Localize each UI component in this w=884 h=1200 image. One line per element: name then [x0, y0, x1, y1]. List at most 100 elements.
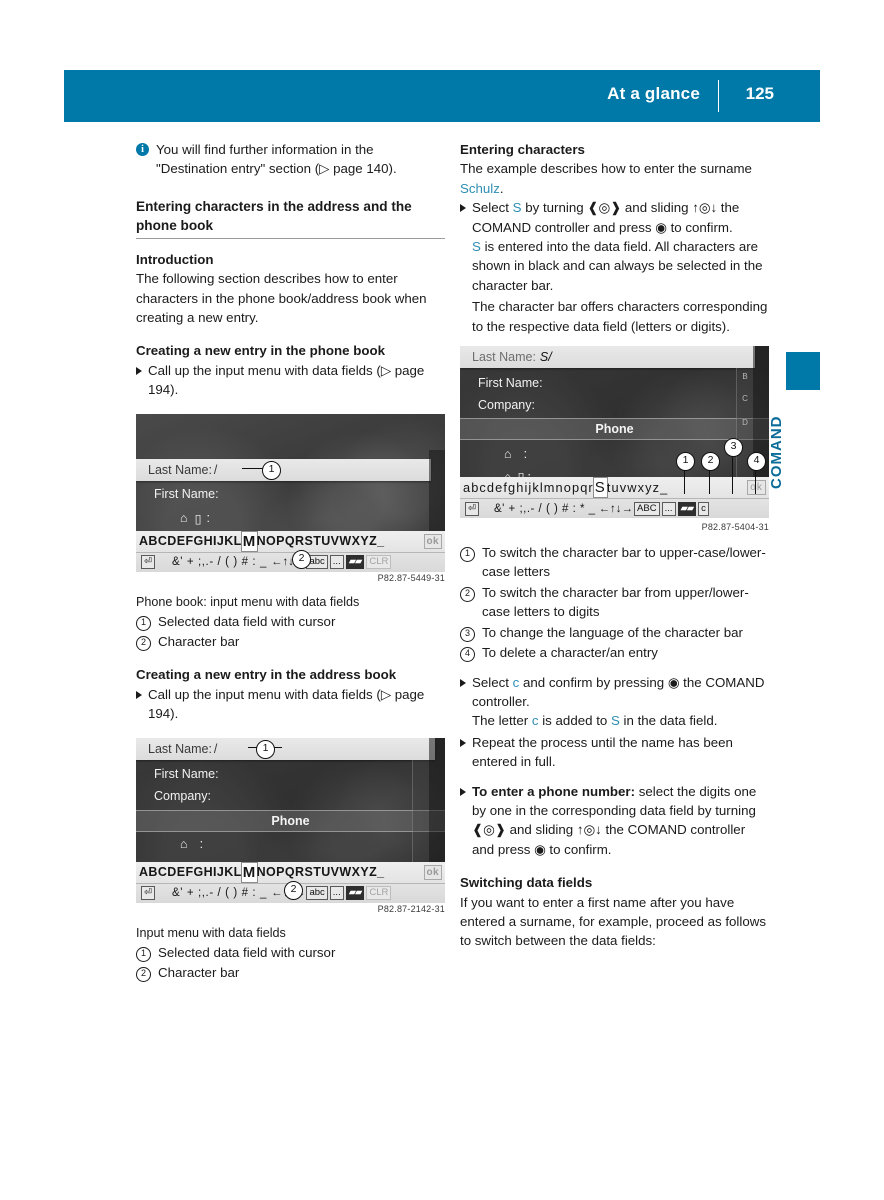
field-company[interactable]: Company: [136, 786, 445, 807]
charbar-selected-letter[interactable]: S [593, 478, 607, 498]
charbar-selected-letter[interactable]: M [241, 531, 257, 551]
character-bar-symbols[interactable]: ⏎ &' + ;,.- / ( ) # : * _ ←↑↓→ ABC ... ▰… [460, 499, 769, 518]
para-s-rest: is entered into the data field. All char… [472, 239, 763, 293]
entering-characters-text: The example describes how to enter the s… [460, 159, 769, 198]
character-bar[interactable]: ABCDEFGHIJKL M NOPQRSTUVWXYZ_ ok ⏎ &' + … [136, 530, 445, 572]
field-phone-1-label: : [523, 446, 528, 461]
result-mid: is added to [538, 713, 611, 729]
field-first-name[interactable]: First Name: [460, 372, 769, 393]
switching-data-fields-text: If you want to enter a first name after … [460, 894, 766, 949]
field-last-name-selected[interactable]: Last Name: S/ [460, 346, 755, 369]
surname-example: Schulz [460, 180, 500, 196]
scroll-letter-c: C [742, 394, 748, 404]
abc-key[interactable]: ABC [634, 501, 660, 516]
more-key[interactable]: ... [329, 886, 344, 901]
field-phone-1[interactable]: ⌂ : [460, 443, 769, 464]
step-triangle-icon [460, 738, 466, 747]
language-flag-icon[interactable]: ▰▰ [345, 555, 365, 570]
result-letter-c: c [531, 713, 539, 729]
more-key[interactable]: ... [329, 555, 344, 570]
home-icon: ⌂ [180, 837, 188, 852]
info-note-text: You will find further information in the… [156, 142, 397, 177]
symbol-row: &' + ;,.- / ( ) # : * _ [493, 502, 596, 515]
figure1-legend-2: 2 Character bar [136, 632, 445, 652]
callout-1: 1 [262, 460, 281, 480]
field-first-name-label: First Name: [478, 375, 543, 390]
legend-text: Character bar [158, 634, 240, 650]
clr-key[interactable]: CLR [366, 886, 392, 901]
field-last-name-label: Last Name: [472, 350, 536, 365]
ok-button[interactable]: ok [423, 864, 442, 880]
section-rule [136, 237, 445, 239]
figure-address-book-screen: Last Name: / First Name: Company: Phone … [136, 737, 445, 903]
step-triangle-icon [460, 678, 466, 687]
para-s-entered: S is entered into the data field. All ch… [460, 237, 769, 295]
address-book-heading: Creating a new entry in the address book [136, 667, 397, 683]
cursor-arrows-icon[interactable]: ←↑↓→ [596, 503, 634, 515]
figure3-legend-1: 1 To switch the character bar to upper-c… [460, 543, 769, 582]
character-bar[interactable]: abcdefghijklmnopqr S tuvwxyz_ ok ⏎ &' + … [460, 477, 769, 519]
character-bar-letters[interactable]: abcdefghijklmnopqr S tuvwxyz_ ok [460, 477, 769, 500]
press-controller-icon: ◉ [534, 841, 546, 857]
result-pre: The letter [472, 713, 532, 729]
field-first-name[interactable]: First Name: [136, 764, 445, 785]
field-last-name-selected[interactable]: Last Name: / [136, 458, 431, 481]
character-bar-letters[interactable]: ABCDEFGHIJKL M NOPQRSTUVWXYZ_ ok [136, 531, 445, 553]
phone-band-label: Phone [136, 809, 445, 832]
back-key[interactable]: ⏎ [141, 886, 155, 901]
charbar-letters-tail: NOPQRSTUVWXYZ_ [256, 534, 385, 549]
charbar-selected-letter[interactable]: M [241, 862, 257, 882]
left-column: i You will find further information in t… [136, 140, 445, 983]
field-last-name-selected[interactable]: Last Name: / [136, 737, 435, 760]
step-select-c: Select c and confirm by pressing ◉ the C… [460, 673, 769, 712]
abc-key[interactable]: abc [306, 886, 328, 901]
screen-scrollbar[interactable] [429, 737, 445, 862]
step-a: Select [472, 200, 513, 216]
character-bar-symbols[interactable]: ⏎ &' + ;,.- / ( ) # : _ ←↑↓→ abc ... ▰▰ … [136, 553, 445, 572]
field-company[interactable]: Company: [460, 394, 769, 415]
figure1-legend-1: 1 Selected data field with cursor [136, 612, 445, 631]
entering-text-post: . [499, 180, 504, 196]
figure1-image-id: P82.87-5449-31 [377, 572, 445, 583]
field-phone-1-label: : [199, 837, 204, 852]
manual-page: At a glance 125 COMAND i You will find f… [0, 0, 884, 1200]
phone-band-text: Phone [595, 422, 634, 437]
field-first-name[interactable]: First Name: [136, 484, 445, 505]
back-key[interactable]: ⏎ [141, 555, 155, 570]
step-b: by turning [521, 200, 588, 216]
legend-text: To delete a character/an entry [482, 645, 658, 661]
screen-scroll-index[interactable] [412, 759, 429, 862]
language-flag-icon[interactable]: ▰▰ [677, 501, 697, 516]
figure2-caption: Input menu with data fields [136, 925, 286, 940]
legend-number: 1 [460, 547, 475, 563]
header-divider [718, 80, 719, 112]
language-flag-icon[interactable]: ▰▰ [345, 886, 365, 901]
legend-number: 2 [136, 967, 151, 983]
symbol-row: &' + ;,.- / ( ) # : _ [171, 887, 267, 900]
clr-key[interactable]: CLR [366, 555, 392, 570]
clear-key[interactable]: c [698, 501, 709, 516]
ok-button[interactable]: ok [747, 480, 766, 496]
chapter-tab-label: COMAND [768, 415, 785, 489]
step-c-result: The letter c is added to S in the data f… [460, 711, 769, 730]
field-phone-1[interactable]: ⌂ : [136, 834, 445, 855]
ok-button[interactable]: ok [423, 533, 442, 549]
step-d: to confirm. [545, 841, 612, 857]
step-select-s-text: Select S by turning ❰◎❱ and sliding ↑◎↓ … [472, 198, 769, 237]
entering-text-pre: The example describes how to enter the s… [460, 161, 752, 177]
phone-band-text: Phone [271, 813, 310, 828]
info-note: i You will find further information in t… [136, 140, 445, 179]
leader-line-1 [684, 468, 686, 495]
step-phone-number-text: To enter a phone number: select the digi… [472, 782, 769, 860]
legend-text: Selected data field with cursor [158, 944, 336, 960]
more-key[interactable]: ... [661, 501, 676, 516]
legend-number: 2 [460, 586, 475, 602]
charbar-letters-head: ABCDEFGHIJKL [139, 534, 242, 549]
charbar-letters-head: ABCDEFGHIJKL [139, 865, 242, 880]
chapter-tab-block [786, 352, 820, 390]
press-controller-icon: ◉ [655, 219, 667, 235]
figure-phone-book-screen: Last Name: / First Name: ⌂ ▯ : ABCDEFGHI… [136, 413, 445, 572]
back-key[interactable]: ⏎ [465, 501, 479, 516]
field-home-phone[interactable]: ⌂ ▯ : [136, 508, 445, 529]
callout-1: 1 [256, 739, 275, 759]
